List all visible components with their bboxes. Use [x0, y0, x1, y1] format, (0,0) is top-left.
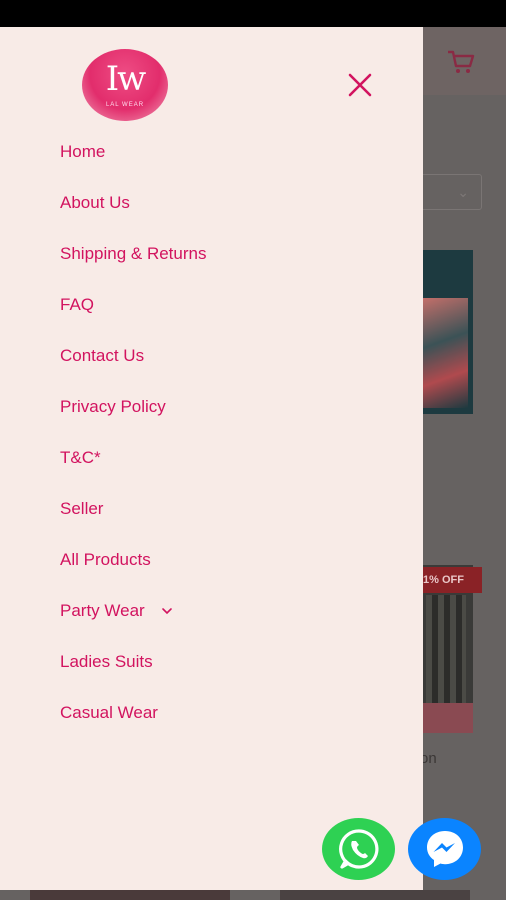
menu-item-tc[interactable]: T&C* — [60, 432, 206, 483]
menu-item-all-products[interactable]: All Products — [60, 534, 206, 585]
status-bar — [0, 0, 506, 27]
whatsapp-button[interactable] — [322, 818, 395, 880]
menu-item-label: Contact Us — [60, 345, 145, 365]
menu-item-label: Ladies Suits — [60, 651, 153, 671]
menu-item-casual-wear[interactable]: Casual Wear — [60, 687, 206, 738]
menu-item-contact-us[interactable]: Contact Us — [60, 330, 206, 381]
cart-icon[interactable] — [446, 49, 476, 75]
chevron-down-icon: ⌄ — [457, 184, 469, 200]
menu-item-seller[interactable]: Seller — [60, 483, 206, 534]
menu-item-shipping-returns[interactable]: Shipping & Returns — [60, 228, 206, 279]
menu-item-faq[interactable]: FAQ — [60, 279, 206, 330]
product-image — [280, 890, 470, 900]
menu-item-about-us[interactable]: About Us — [60, 177, 206, 228]
product-image — [30, 890, 230, 900]
logo-subtext: LAL WEAR — [105, 102, 145, 108]
menu-item-label: Party Wear — [60, 600, 145, 620]
logo-text: Iw — [105, 59, 147, 99]
menu-item-label: Home — [60, 141, 106, 161]
menu-item-label: About Us — [60, 192, 130, 212]
menu-item-label: Shipping & Returns — [60, 243, 207, 263]
close-icon[interactable] — [344, 69, 376, 101]
menu-item-privacy-policy[interactable]: Privacy Policy — [60, 381, 206, 432]
chevron-down-icon[interactable] — [161, 605, 173, 617]
menu-item-home[interactable]: Home — [60, 126, 206, 177]
menu-item-label: Seller — [60, 498, 104, 518]
whatsapp-icon — [338, 829, 378, 869]
messenger-icon — [426, 831, 463, 867]
nav-drawer: Iw LAL WEAR Home About Us Shipping & Ret… — [0, 27, 423, 890]
brand-logo[interactable]: Iw LAL WEAR — [82, 49, 168, 121]
menu-item-label: Privacy Policy — [60, 396, 166, 416]
nav-menu: Home About Us Shipping & Returns FAQ Con… — [60, 126, 206, 738]
messenger-button[interactable] — [408, 818, 481, 880]
menu-item-label: FAQ — [60, 294, 95, 314]
menu-item-label: Casual Wear — [60, 702, 158, 722]
menu-item-label: All Products — [60, 549, 151, 569]
menu-item-party-wear[interactable]: Party Wear — [60, 585, 206, 636]
discount-badge: 1% OFF — [420, 567, 482, 593]
menu-item-label: T&C* — [60, 447, 101, 467]
sort-select[interactable]: ⌄ — [420, 174, 482, 210]
product-image[interactable] — [420, 250, 473, 414]
menu-item-ladies-suits[interactable]: Ladies Suits — [60, 636, 206, 687]
